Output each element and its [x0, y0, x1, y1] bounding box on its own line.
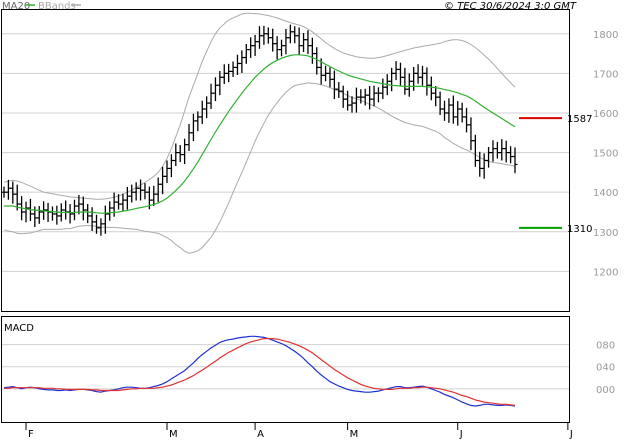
x-tick-label: J — [459, 429, 463, 440]
x-tick-label: F — [28, 429, 34, 440]
x-tick-label: J — [569, 429, 573, 440]
x-tick-label: A — [257, 429, 264, 440]
macd-y-axis: 000 040 080 — [596, 341, 615, 396]
price-y-tick-label: 1600 — [593, 109, 618, 120]
price-y-tick-label: 1800 — [593, 30, 618, 41]
price-y-tick-label: 1700 — [593, 69, 618, 80]
price-y-tick-label: 1200 — [593, 267, 618, 278]
copyright-text: © TEC 30/6/2024 3:0 GMT — [444, 1, 577, 12]
macd-panel — [1, 316, 570, 423]
price-y-tick-label: 1400 — [593, 188, 618, 199]
x-tick-label: M — [350, 429, 359, 440]
legend-ma-label: MA20 — [2, 1, 30, 12]
level-label-1310: 1310 — [567, 224, 592, 235]
level-label-1587: 1587 — [567, 114, 592, 125]
price-y-tick-label: 1300 — [593, 228, 618, 239]
macd-y-tick-label: 000 — [596, 385, 615, 396]
macd-label: MACD — [4, 323, 34, 334]
legend-bb-label: BBands — [38, 1, 76, 12]
x-axis: FMAMJJ — [25, 423, 573, 440]
macd-y-tick-label: 040 — [596, 363, 615, 374]
price-y-tick-label: 1500 — [593, 149, 618, 160]
x-tick-label: M — [169, 429, 178, 440]
price-y-axis: 1200 1300 1400 1500 1600 1700 1800 — [593, 30, 618, 279]
macd-y-tick-label: 080 — [596, 341, 615, 352]
stock-chart: 1200 1300 1400 1500 1600 1700 1800 000 040 080 1… — [1, 1, 618, 440]
